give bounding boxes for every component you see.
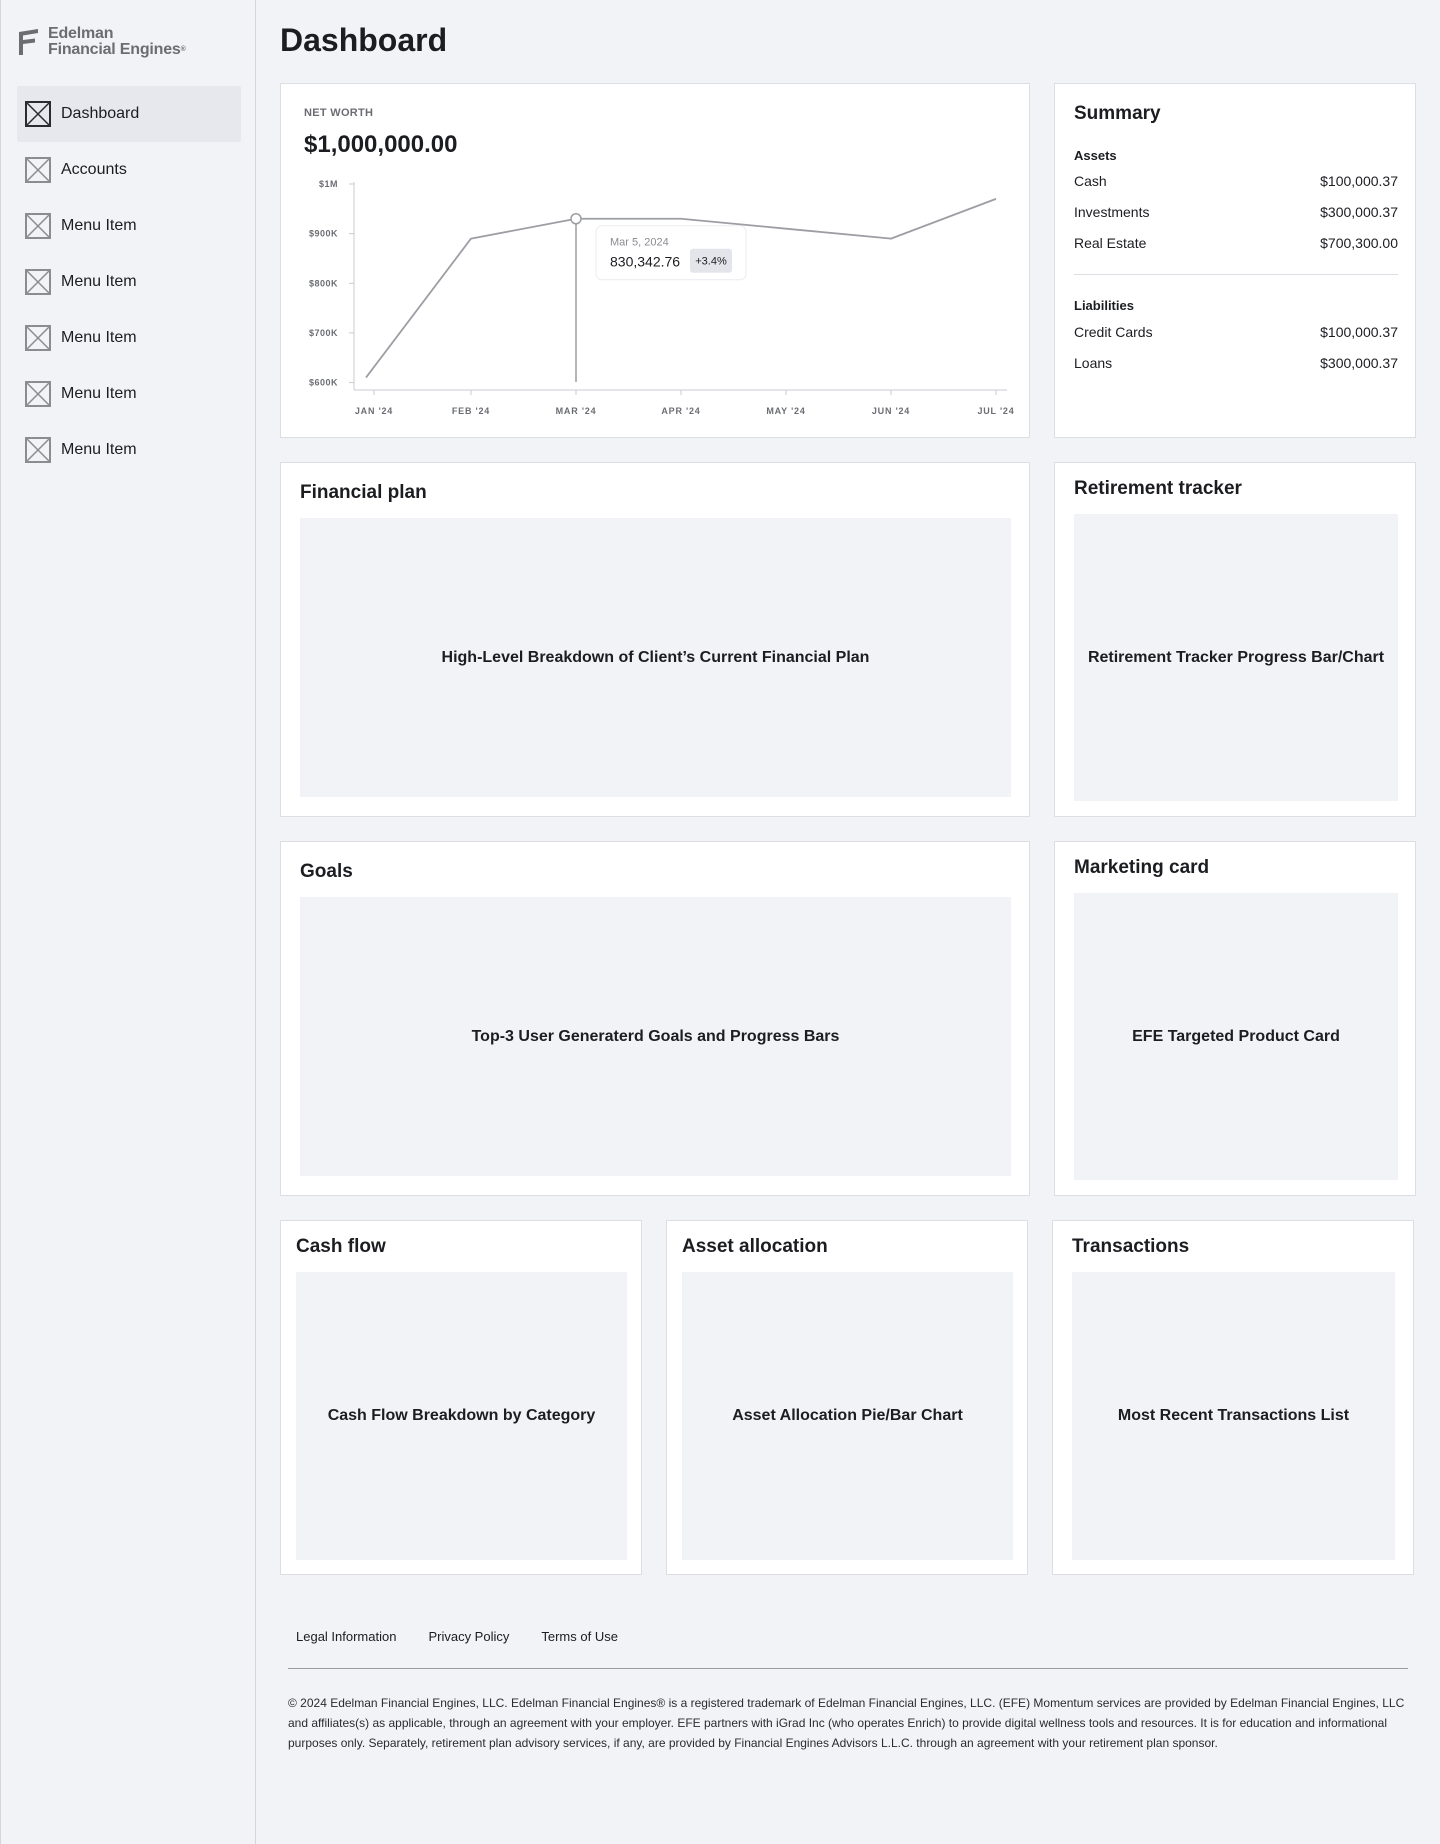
asset-allocation-placeholder: Asset Allocation Pie/Bar Chart — [682, 1272, 1013, 1560]
summary-row: Real Estate $700,300.00 — [1074, 235, 1398, 251]
placeholder-icon — [25, 325, 51, 351]
sidebar-item-menu-5[interactable]: Menu Item — [17, 422, 241, 478]
sidebar-item-label: Accounts — [61, 161, 127, 178]
transactions-card: Transactions Most Recent Transactions Li… — [1052, 1220, 1414, 1575]
net-worth-chart[interactable]: $1M $900K $800K $700K $600K JAN '24 FEB '24 MAR… — [281, 84, 1031, 439]
liabilities-heading: Liabilities — [1074, 298, 1134, 313]
summary-card: Summary Assets Cash $100,000.37 Investmen… — [1054, 83, 1416, 438]
row-label: Investments — [1074, 204, 1150, 220]
summary-row: Credit Cards $100,000.37 — [1074, 324, 1398, 340]
sidebar-item-menu-2[interactable]: Menu Item — [17, 254, 241, 310]
placeholder-icon — [25, 213, 51, 239]
card-title: Marketing card — [1074, 857, 1210, 878]
row-label: Real Estate — [1074, 235, 1147, 251]
x-tick-label: JAN '24 — [355, 406, 393, 416]
sidebar-item-dashboard[interactable]: Dashboard — [17, 86, 241, 142]
logo-mark-icon — [19, 29, 38, 55]
footer-link-legal[interactable]: Legal Information — [296, 1629, 396, 1644]
summary-divider — [1074, 274, 1398, 275]
sidebar-item-label: Menu Item — [61, 217, 137, 234]
sidebar-item-menu-1[interactable]: Menu Item — [17, 198, 241, 254]
sidebar-item-accounts[interactable]: Accounts — [17, 142, 241, 198]
summary-row: Cash $100,000.37 — [1074, 173, 1398, 189]
marketing-placeholder: EFE Targeted Product Card — [1074, 893, 1398, 1180]
summary-row: Loans $300,000.37 — [1074, 355, 1398, 371]
highlight-point — [570, 212, 582, 225]
y-tick-label: $900K — [309, 229, 338, 239]
y-tick-label: $700K — [309, 328, 338, 338]
brand-wordmark: Edelman Financial Engines® — [48, 26, 186, 58]
footer-links: Legal Information Privacy Policy Terms o… — [296, 1629, 618, 1644]
brand-line-1: Edelman — [48, 25, 114, 42]
placeholder-icon — [25, 381, 51, 407]
placeholder-icon — [25, 157, 51, 183]
sidebar-item-menu-3[interactable]: Menu Item — [17, 310, 241, 366]
placeholder-icon — [25, 437, 51, 463]
row-label: Credit Cards — [1074, 324, 1153, 340]
sidebar-item-label: Menu Item — [61, 385, 137, 402]
tooltip-change-text: +3.4% — [695, 256, 727, 268]
x-tick-label: JUL '24 — [977, 406, 1014, 416]
brand-reg: ® — [180, 46, 186, 53]
summary-row: Investments $300,000.37 — [1074, 204, 1398, 220]
y-tick-label: $600K — [309, 378, 338, 388]
sidebar-nav: Dashboard Accounts Menu Item Menu Item M… — [17, 86, 241, 478]
summary-title: Summary — [1074, 103, 1161, 124]
retirement-tracker-card: Retirement tracker Retirement Tracker Pr… — [1054, 462, 1416, 817]
financial-plan-placeholder: High-Level Breakdown of Client’s Current… — [300, 518, 1011, 797]
row-value: $700,300.00 — [1320, 235, 1398, 251]
sidebar-item-label: Menu Item — [61, 273, 137, 290]
card-title: Transactions — [1072, 1236, 1190, 1257]
x-tick-label: JUN '24 — [872, 406, 910, 416]
brand-line-2: Financial Engines — [48, 41, 181, 58]
sidebar-item-label: Menu Item — [61, 329, 137, 346]
footer-link-privacy[interactable]: Privacy Policy — [428, 1629, 509, 1644]
row-value: $100,000.37 — [1320, 173, 1398, 189]
tooltip-date: Mar 5, 2024 — [610, 237, 669, 249]
sidebar: Edelman Financial Engines® Dashboard Acc… — [0, 0, 256, 1844]
placeholder-icon — [25, 269, 51, 295]
row-value: $300,000.37 — [1320, 204, 1398, 220]
cash-flow-card: Cash flow Cash Flow Breakdown by Categor… — [280, 1220, 642, 1575]
sidebar-item-label: Dashboard — [61, 105, 140, 122]
row-value: $100,000.37 — [1320, 324, 1398, 340]
net-worth-card: NET WORTH $1,000,000.00 $1M $900K $800K $70… — [280, 83, 1030, 438]
card-title: Cash flow — [296, 1236, 386, 1257]
asset-allocation-card: Asset allocation Asset Allocation Pie/Ba… — [666, 1220, 1028, 1575]
retirement-tracker-placeholder: Retirement Tracker Progress Bar/Chart — [1074, 514, 1398, 801]
x-tick-label: FEB '24 — [452, 406, 490, 416]
row-value: $300,000.37 — [1320, 355, 1398, 371]
transactions-placeholder: Most Recent Transactions List — [1072, 1272, 1395, 1560]
row-label: Loans — [1074, 355, 1113, 371]
assets-heading: Assets — [1074, 148, 1117, 163]
card-title: Financial plan — [300, 482, 427, 503]
sidebar-item-menu-4[interactable]: Menu Item — [17, 366, 241, 422]
brand-logo[interactable]: Edelman Financial Engines® — [17, 26, 186, 58]
footer-legal-text: © 2024 Edelman Financial Engines, LLC. E… — [288, 1696, 1405, 1750]
y-tick-label: $800K — [309, 278, 338, 288]
financial-plan-card: Financial plan High-Level Breakdown of C… — [280, 462, 1030, 817]
marketing-card: Marketing card EFE Targeted Product Card — [1054, 841, 1416, 1196]
footer-link-terms[interactable]: Terms of Use — [541, 1629, 618, 1644]
footer-divider — [288, 1668, 1408, 1669]
cash-flow-placeholder: Cash Flow Breakdown by Category — [296, 1272, 627, 1560]
x-tick-label: MAR '24 — [556, 406, 597, 416]
page-title: Dashboard — [280, 22, 448, 58]
x-tick-label: MAY '24 — [766, 406, 805, 416]
card-title: Retirement tracker — [1074, 478, 1242, 499]
y-tick-label: $1M — [319, 179, 338, 189]
card-title: Asset allocation — [682, 1236, 828, 1257]
placeholder-icon — [25, 101, 51, 127]
x-tick-label: APR '24 — [661, 406, 700, 416]
tooltip-value: 830,342.76 — [610, 254, 680, 270]
card-title: Goals — [300, 861, 353, 882]
goals-card: Goals Top-3 User Generaterd Goals and Pr… — [280, 841, 1030, 1196]
goals-placeholder: Top-3 User Generaterd Goals and Progress… — [300, 897, 1011, 1176]
row-label: Cash — [1074, 173, 1107, 189]
sidebar-item-label: Menu Item — [61, 441, 137, 458]
